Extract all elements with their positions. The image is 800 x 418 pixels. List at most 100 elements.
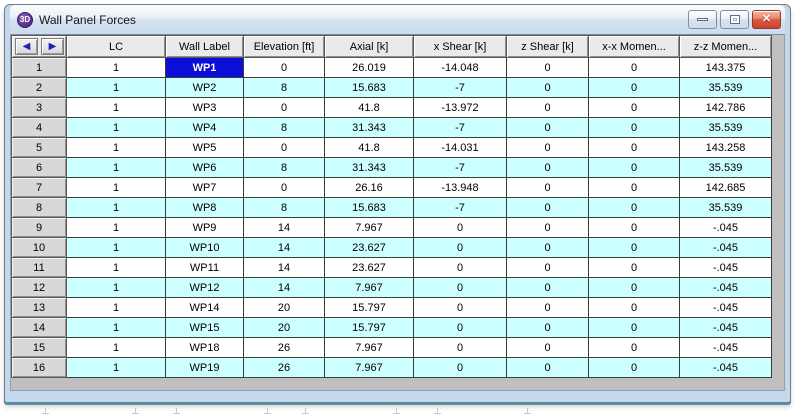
table-cell[interactable]: 1 — [67, 118, 166, 138]
table-cell[interactable]: 8 — [244, 158, 325, 178]
table-cell[interactable]: WP9 — [166, 218, 244, 238]
table-cell[interactable]: 8 — [244, 78, 325, 98]
table-cell[interactable]: 35.539 — [680, 78, 772, 98]
table-cell[interactable]: -.045 — [680, 338, 772, 358]
maximize-button[interactable] — [720, 10, 749, 29]
table-cell[interactable]: 143.375 — [680, 58, 772, 78]
table-cell[interactable]: 15.797 — [325, 318, 414, 338]
table-cell[interactable]: 0 — [414, 238, 507, 258]
close-button[interactable]: ✕ — [752, 10, 781, 29]
table-cell[interactable]: WP8 — [166, 198, 244, 218]
table-cell[interactable]: 1 — [67, 178, 166, 198]
table-cell[interactable]: WP12 — [166, 278, 244, 298]
table-cell[interactable]: WP14 — [166, 298, 244, 318]
row-number-header[interactable]: 13 — [12, 298, 67, 318]
row-number-header[interactable]: 3 — [12, 98, 67, 118]
column-header-lc[interactable]: LC — [67, 36, 166, 58]
table-cell[interactable]: -.045 — [680, 218, 772, 238]
row-number-header[interactable]: 9 — [12, 218, 67, 238]
table-cell[interactable]: 0 — [414, 258, 507, 278]
table-cell[interactable]: WP15 — [166, 318, 244, 338]
table-cell[interactable]: -.045 — [680, 278, 772, 298]
table-cell[interactable]: 41.8 — [325, 138, 414, 158]
table-cell[interactable]: 1 — [67, 58, 166, 78]
table-cell[interactable]: 0 — [589, 78, 680, 98]
table-cell[interactable]: -13.948 — [414, 178, 507, 198]
table-cell[interactable]: 0 — [507, 58, 589, 78]
table-cell[interactable]: 0 — [507, 178, 589, 198]
table-cell[interactable]: -.045 — [680, 238, 772, 258]
table-cell[interactable]: WP5 — [166, 138, 244, 158]
table-cell[interactable]: 7.967 — [325, 278, 414, 298]
table-cell[interactable]: 0 — [507, 238, 589, 258]
table-cell[interactable]: 14 — [244, 278, 325, 298]
table-cell[interactable]: WP10 — [166, 238, 244, 258]
prev-record-button[interactable]: ◀ — [15, 38, 38, 55]
row-number-header[interactable]: 16 — [12, 358, 67, 378]
table-cell[interactable]: 0 — [507, 158, 589, 178]
table-cell[interactable]: 14 — [244, 218, 325, 238]
table-cell[interactable]: 1 — [67, 338, 166, 358]
table-cell[interactable]: 0 — [507, 358, 589, 378]
table-cell[interactable]: 0 — [589, 278, 680, 298]
table-cell[interactable]: WP2 — [166, 78, 244, 98]
minimize-button[interactable] — [688, 10, 717, 29]
table-cell[interactable]: 15.797 — [325, 298, 414, 318]
column-header-x-shear-k[interactable]: x Shear [k] — [414, 36, 507, 58]
table-cell[interactable]: WP11 — [166, 258, 244, 278]
table-cell[interactable]: 0 — [589, 178, 680, 198]
table-cell[interactable]: 7.967 — [325, 358, 414, 378]
table-cell[interactable]: 35.539 — [680, 198, 772, 218]
row-number-header[interactable]: 10 — [12, 238, 67, 258]
table-cell[interactable]: 0 — [414, 318, 507, 338]
table-cell[interactable]: 1 — [67, 198, 166, 218]
table-cell[interactable]: -7 — [414, 118, 507, 138]
row-number-header[interactable]: 5 — [12, 138, 67, 158]
table-cell[interactable]: 0 — [507, 198, 589, 218]
table-cell[interactable]: 1 — [67, 238, 166, 258]
table-cell[interactable]: 14 — [244, 258, 325, 278]
table-cell[interactable]: 0 — [589, 238, 680, 258]
table-cell[interactable]: 14 — [244, 238, 325, 258]
table-cell[interactable]: 1 — [67, 318, 166, 338]
table-cell[interactable]: 0 — [507, 298, 589, 318]
table-cell[interactable]: 0 — [414, 278, 507, 298]
table-cell[interactable]: -.045 — [680, 298, 772, 318]
table-cell[interactable]: 0 — [589, 258, 680, 278]
table-cell[interactable]: 0 — [244, 98, 325, 118]
table-cell[interactable]: 35.539 — [680, 158, 772, 178]
row-number-header[interactable]: 4 — [12, 118, 67, 138]
title-bar[interactable]: 3D Wall Panel Forces ✕ — [10, 5, 785, 34]
table-cell[interactable]: 0 — [507, 98, 589, 118]
table-cell[interactable]: 7.967 — [325, 338, 414, 358]
table-cell[interactable]: 0 — [507, 318, 589, 338]
table-cell[interactable]: 35.539 — [680, 118, 772, 138]
table-cell[interactable]: 0 — [589, 338, 680, 358]
column-header-axial-k[interactable]: Axial [k] — [325, 36, 414, 58]
table-cell[interactable]: 0 — [244, 58, 325, 78]
next-record-button[interactable]: ▶ — [41, 38, 64, 55]
table-cell[interactable]: 0 — [414, 218, 507, 238]
row-number-header[interactable]: 15 — [12, 338, 67, 358]
column-header-wall-label[interactable]: Wall Label — [166, 36, 244, 58]
table-cell[interactable]: 8 — [244, 118, 325, 138]
table-cell[interactable]: 41.8 — [325, 98, 414, 118]
table-cell[interactable]: 23.627 — [325, 258, 414, 278]
table-cell[interactable]: 26.16 — [325, 178, 414, 198]
table-cell[interactable]: 1 — [67, 218, 166, 238]
table-cell[interactable]: 0 — [507, 338, 589, 358]
table-cell[interactable]: 0 — [244, 138, 325, 158]
table-cell[interactable]: 0 — [589, 118, 680, 138]
table-cell[interactable]: 26.019 — [325, 58, 414, 78]
table-cell[interactable]: 0 — [589, 198, 680, 218]
table-cell[interactable]: -.045 — [680, 258, 772, 278]
table-cell[interactable]: 142.786 — [680, 98, 772, 118]
table-cell[interactable]: 0 — [589, 298, 680, 318]
table-cell[interactable]: 1 — [67, 78, 166, 98]
table-cell[interactable]: 0 — [589, 58, 680, 78]
table-cell[interactable]: 0 — [589, 138, 680, 158]
table-cell[interactable]: 23.627 — [325, 238, 414, 258]
table-cell[interactable]: 0 — [414, 338, 507, 358]
table-cell[interactable]: -14.031 — [414, 138, 507, 158]
table-cell[interactable]: -7 — [414, 198, 507, 218]
